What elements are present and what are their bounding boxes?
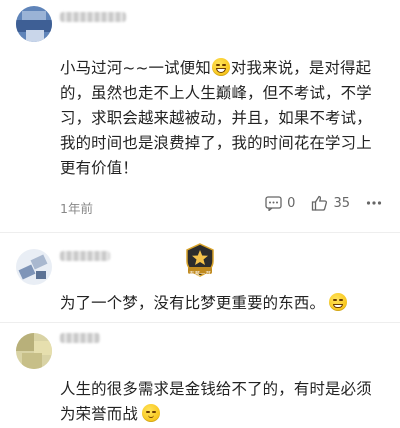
grin-emoji-icon [211, 58, 230, 76]
badge-label: 青葱一草 [188, 272, 211, 278]
avatar[interactable] [16, 6, 52, 42]
username-blurred[interactable] [60, 251, 110, 261]
blush-emoji-icon [141, 404, 160, 422]
comment-text: 小马过河~~一试便知 对我来说，是对得起的，虽然也走不上人生巅峰，但不考试，不学习… [60, 58, 372, 177]
smile-emoji-icon [329, 293, 348, 311]
thumbs-up-icon [312, 195, 328, 211]
reply-button[interactable]: 0 [265, 196, 295, 211]
comment-actions: 0 35 [249, 195, 382, 211]
like-button[interactable]: 35 [311, 195, 350, 211]
comment-item: 人生的很多需求是金钱给不了的，有时是必须为荣誉而战 [0, 323, 400, 428]
comment-time: 1年前 [60, 201, 93, 216]
like-count: 35 [333, 195, 350, 211]
more-options-button[interactable] [366, 200, 382, 206]
reply-count: 0 [287, 195, 296, 211]
more-icon [366, 201, 382, 205]
username-blurred[interactable] [60, 333, 100, 343]
avatar[interactable] [16, 249, 52, 285]
username-blurred[interactable] [60, 12, 126, 22]
comment-text: 人生的很多需求是金钱给不了的，有时是必须为荣誉而战 [60, 380, 372, 423]
reply-icon [265, 195, 282, 211]
comment-item: 小马过河~~一试便知 对我来说，是对得起的，虽然也走不上人生巅峰，但不考试，不学习… [0, 0, 400, 230]
comment-item: 青葱一草 为了一个梦，没有比梦更重要的东西。 [0, 233, 400, 323]
comment-text: 为了一个梦，没有比梦更重要的东西。 [60, 291, 385, 316]
avatar[interactable] [16, 333, 52, 369]
